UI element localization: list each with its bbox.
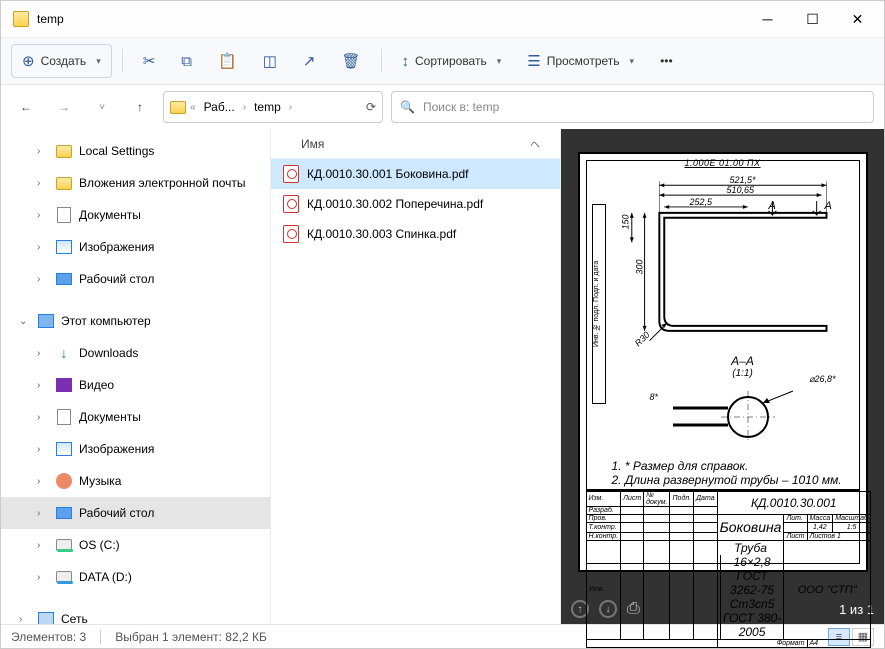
crumb-1[interactable]: Раб... xyxy=(200,98,239,116)
address-bar: ← → ˅ ↑ « Раб... › temp › ⟳ 🔍 Поиск в: t… xyxy=(1,85,884,129)
copy-button[interactable]: ⧉ xyxy=(171,44,202,78)
window-folder-icon xyxy=(13,11,29,27)
new-button[interactable]: ⊕ Создать ▾ xyxy=(11,44,112,78)
folder-icon xyxy=(170,101,186,114)
side-stamp: Инв. № подл. Подп. и дата xyxy=(592,204,606,404)
file-row[interactable]: КД.0010.30.002 Поперечина.pdf xyxy=(271,189,560,219)
nav-video[interactable]: ›Видео xyxy=(1,369,270,401)
back-button[interactable]: ← xyxy=(11,92,41,122)
file-name: КД.0010.30.003 Спинка.pdf xyxy=(307,227,456,241)
file-row[interactable]: КД.0010.30.003 Спинка.pdf xyxy=(271,219,560,249)
titlebar: temp ─ ☐ ✕ xyxy=(1,1,884,37)
pdf-icon xyxy=(283,165,299,183)
toolbar: ⊕ Создать ▾ ✂ ⧉ 📋 ◫ ↗ 🗑 ↕ Сортировать ▾ … xyxy=(1,37,884,85)
paste-icon: 📋 xyxy=(218,52,237,70)
nav-tree[interactable]: ›Local Settings ›Вложения электронной по… xyxy=(1,129,271,624)
nav-music[interactable]: ›Музыка xyxy=(1,465,270,497)
view-icon: ☰ xyxy=(527,52,540,70)
search-input[interactable]: 🔍 Поиск в: temp xyxy=(391,91,874,123)
pdf-icon xyxy=(283,195,299,213)
chevron-down-icon: ▾ xyxy=(497,56,502,67)
chevron-right-icon: › xyxy=(243,102,246,113)
more-button[interactable]: ••• xyxy=(650,44,683,78)
recent-button[interactable]: ˅ xyxy=(87,92,117,122)
file-name: КД.0010.30.001 Боковина.pdf xyxy=(307,167,469,181)
sort-icon: ↕ xyxy=(402,53,410,70)
share-button[interactable]: ↗ xyxy=(293,44,326,78)
search-icon: 🔍 xyxy=(400,100,415,114)
minimize-button[interactable]: ─ xyxy=(745,4,790,34)
delete-button[interactable]: 🗑 xyxy=(331,44,370,78)
maximize-button[interactable]: ☐ xyxy=(790,4,835,34)
preview-pane: 1.000E 01.00 ПХ Инв. № подл. Подп. и дат… xyxy=(561,129,884,624)
refresh-button[interactable]: ⟳ xyxy=(366,100,376,114)
trash-icon: 🗑 xyxy=(341,52,360,70)
nav-downloads[interactable]: ›↓Downloads xyxy=(1,337,270,369)
status-selection: Выбран 1 элемент: 82,2 КБ xyxy=(115,630,267,644)
chevron-down-icon: ▾ xyxy=(96,56,101,67)
nav-desktop2[interactable]: ›Рабочий стол xyxy=(1,497,270,529)
file-list-panel: Имя ヘ КД.0010.30.001 Боковина.pdf КД.001… xyxy=(271,129,561,624)
nav-images[interactable]: ›Изображения xyxy=(1,231,270,263)
plus-icon: ⊕ xyxy=(22,52,35,70)
sort-button[interactable]: ↕ Сортировать ▾ xyxy=(392,44,512,78)
nav-documents2[interactable]: ›Документы xyxy=(1,401,270,433)
title-block: Изм.Лист№ докум.Подп.Дата КД.0010.30.001… xyxy=(586,489,860,564)
view-label: Просмотреть xyxy=(547,54,620,68)
nav-this-pc[interactable]: ⌄Этот компьютер xyxy=(1,305,270,337)
cut-button[interactable]: ✂ xyxy=(133,44,166,78)
drawing-main: 521,5* 510,65 252,5 A A 150 300 R30 xyxy=(620,172,856,352)
status-count: Элементов: 3 xyxy=(11,630,86,644)
rename-icon: ◫ xyxy=(263,52,277,70)
drawing-notes: 1. * Размер для справок. 2. Длина развер… xyxy=(612,459,842,488)
chevron-down-icon: ▾ xyxy=(630,56,635,67)
nav-drive-data[interactable]: ›DATA (D:) xyxy=(1,561,270,593)
search-placeholder: Поиск в: temp xyxy=(423,100,499,114)
window-title: temp xyxy=(37,12,745,26)
sort-arrow-icon: ヘ xyxy=(530,136,540,151)
copy-icon: ⧉ xyxy=(181,53,192,70)
column-header-name[interactable]: Имя ヘ xyxy=(271,129,560,159)
pdf-page[interactable]: 1.000E 01.00 ПХ Инв. № подл. Подп. и дат… xyxy=(578,152,868,572)
up-button[interactable]: ↑ xyxy=(125,92,155,122)
file-name: КД.0010.30.002 Поперечина.pdf xyxy=(307,197,483,211)
nav-attachments[interactable]: ›Вложения электронной почты xyxy=(1,167,270,199)
paste-button[interactable]: 📋 xyxy=(208,44,247,78)
nav-desktop[interactable]: ›Рабочий стол xyxy=(1,263,270,295)
nav-network[interactable]: ›Сеть xyxy=(1,603,270,624)
gost-label: 1.000E 01.00 ПХ xyxy=(684,158,760,168)
sort-label: Сортировать xyxy=(415,54,487,68)
chevron-right-icon: › xyxy=(289,102,292,113)
crumb-2[interactable]: temp xyxy=(250,98,285,116)
view-button[interactable]: ☰ Просмотреть ▾ xyxy=(517,44,644,78)
scissors-icon: ✂ xyxy=(143,52,156,70)
close-button[interactable]: ✕ xyxy=(835,4,880,34)
forward-button[interactable]: → xyxy=(49,92,79,122)
new-label: Создать xyxy=(41,54,87,68)
file-list[interactable]: КД.0010.30.001 Боковина.pdf КД.0010.30.0… xyxy=(271,159,560,624)
rename-button[interactable]: ◫ xyxy=(253,44,287,78)
breadcrumb[interactable]: « Раб... › temp › ⟳ xyxy=(163,91,383,123)
share-icon: ↗ xyxy=(303,52,316,70)
file-row[interactable]: КД.0010.30.001 Боковина.pdf xyxy=(271,159,560,189)
nav-images2[interactable]: ›Изображения xyxy=(1,433,270,465)
nav-drive-os[interactable]: ›OS (C:) xyxy=(1,529,270,561)
nav-local-settings[interactable]: ›Local Settings xyxy=(1,135,270,167)
drawing-section: А–А (1:1) 8* ⌀26,8* xyxy=(640,354,846,474)
download-icon: ↓ xyxy=(55,344,73,362)
nav-documents[interactable]: ›Документы xyxy=(1,199,270,231)
pdf-icon xyxy=(283,225,299,243)
